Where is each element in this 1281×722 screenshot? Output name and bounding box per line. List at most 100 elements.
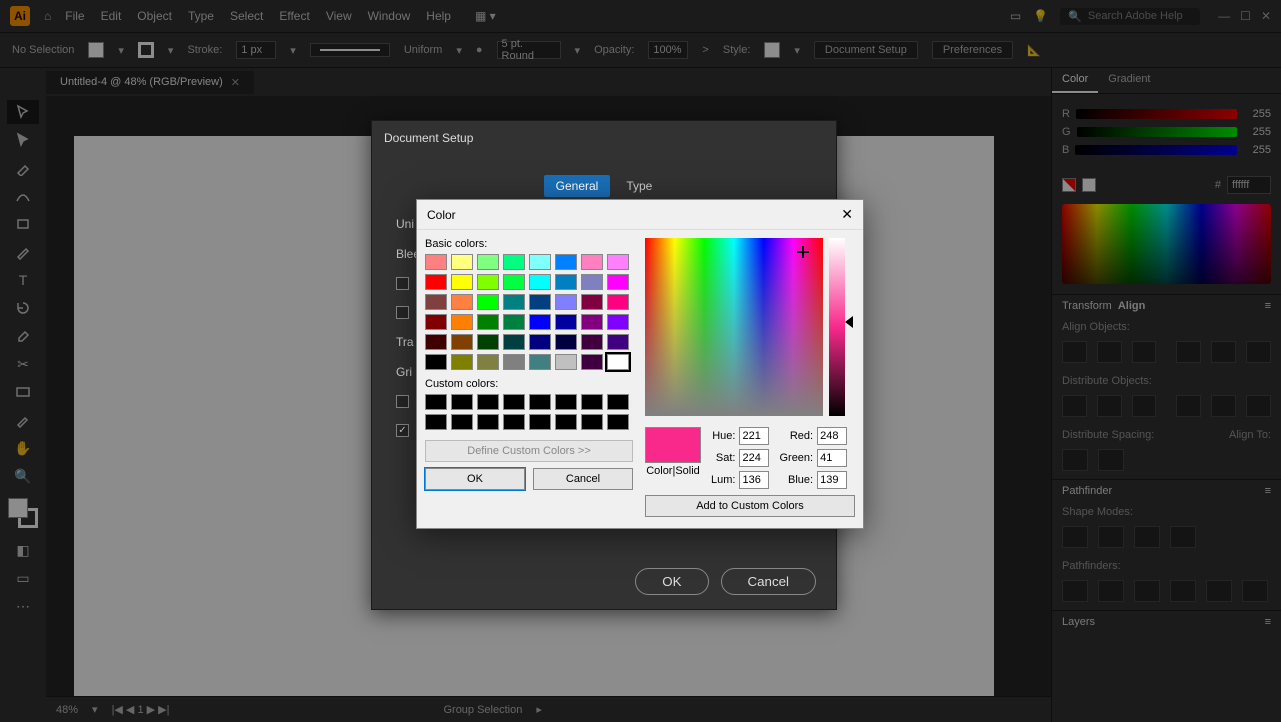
basic-color-swatch[interactable]: [477, 294, 499, 310]
basic-color-swatch[interactable]: [607, 314, 629, 330]
custom-color[interactable]: [425, 414, 447, 430]
luminosity-slider[interactable]: [829, 238, 845, 416]
custom-color[interactable]: [503, 414, 525, 430]
basic-color-swatch[interactable]: [581, 314, 603, 330]
basic-color-swatch[interactable]: [529, 274, 551, 290]
basic-color-swatch[interactable]: [503, 274, 525, 290]
basic-color-swatch[interactable]: [451, 294, 473, 310]
sat-label: Sat:: [716, 452, 736, 464]
custom-colors-grid: [425, 394, 633, 430]
custom-color[interactable]: [581, 394, 603, 410]
lum-input[interactable]: [739, 471, 769, 489]
blue-input[interactable]: [817, 471, 847, 489]
red-label: Red:: [790, 430, 813, 442]
custom-color[interactable]: [555, 414, 577, 430]
basic-color-swatch[interactable]: [477, 354, 499, 370]
luminosity-pointer[interactable]: [845, 316, 853, 328]
basic-color-swatch[interactable]: [425, 254, 447, 270]
basic-color-swatch[interactable]: [555, 294, 577, 310]
basic-color-swatch[interactable]: [451, 314, 473, 330]
basic-color-swatch[interactable]: [451, 354, 473, 370]
ds-tab-general[interactable]: General: [544, 175, 611, 197]
green-input[interactable]: [817, 449, 847, 467]
cp-title: Color: [427, 208, 456, 222]
lum-label: Lum:: [711, 474, 735, 486]
custom-color[interactable]: [555, 394, 577, 410]
basic-color-swatch[interactable]: [425, 314, 447, 330]
custom-color[interactable]: [451, 414, 473, 430]
basic-color-swatch[interactable]: [451, 274, 473, 290]
basic-color-swatch[interactable]: [425, 294, 447, 310]
basic-color-swatch[interactable]: [607, 354, 629, 370]
basic-color-swatch[interactable]: [477, 314, 499, 330]
basic-color-swatch[interactable]: [607, 254, 629, 270]
basic-color-swatch[interactable]: [529, 254, 551, 270]
basic-color-swatch[interactable]: [451, 334, 473, 350]
ds-title: Document Setup: [372, 121, 836, 155]
ds-check3[interactable]: [396, 395, 409, 408]
cp-cancel-button[interactable]: Cancel: [533, 468, 633, 490]
basic-color-swatch[interactable]: [425, 334, 447, 350]
red-input[interactable]: [817, 427, 847, 445]
basic-color-swatch[interactable]: [529, 334, 551, 350]
basic-color-swatch[interactable]: [555, 314, 577, 330]
sat-input[interactable]: [739, 449, 769, 467]
basic-color-swatch[interactable]: [581, 294, 603, 310]
add-to-custom-button[interactable]: Add to Custom Colors: [645, 495, 855, 517]
basic-colors-label: Basic colors:: [425, 238, 633, 250]
basic-color-swatch[interactable]: [581, 274, 603, 290]
basic-color-swatch[interactable]: [503, 254, 525, 270]
basic-color-swatch[interactable]: [425, 354, 447, 370]
basic-color-swatch[interactable]: [477, 254, 499, 270]
define-custom-colors-button: Define Custom Colors >>: [425, 440, 633, 462]
basic-color-swatch[interactable]: [451, 254, 473, 270]
hue-label: Hue:: [712, 430, 735, 442]
ds-check2[interactable]: [396, 306, 409, 319]
basic-color-swatch[interactable]: [503, 314, 525, 330]
basic-color-swatch[interactable]: [503, 354, 525, 370]
basic-color-swatch[interactable]: [529, 354, 551, 370]
color-gradient[interactable]: [645, 238, 823, 416]
green-label: Green:: [779, 452, 813, 464]
basic-color-swatch[interactable]: [581, 354, 603, 370]
custom-color[interactable]: [529, 394, 551, 410]
basic-color-swatch[interactable]: [607, 274, 629, 290]
ds-ok-button[interactable]: OK: [635, 568, 708, 595]
custom-color[interactable]: [503, 394, 525, 410]
custom-color[interactable]: [451, 394, 473, 410]
custom-color[interactable]: [581, 414, 603, 430]
basic-color-swatch[interactable]: [555, 274, 577, 290]
ds-cancel-button[interactable]: Cancel: [721, 568, 817, 595]
custom-colors-label: Custom colors:: [425, 378, 633, 390]
basic-color-swatch[interactable]: [607, 334, 629, 350]
hue-input[interactable]: [739, 427, 769, 445]
basic-color-swatch[interactable]: [581, 334, 603, 350]
basic-color-swatch[interactable]: [555, 334, 577, 350]
ds-check1[interactable]: [396, 277, 409, 290]
basic-colors-grid: [425, 254, 633, 370]
custom-color[interactable]: [607, 394, 629, 410]
cp-close-button[interactable]: ✕: [841, 206, 853, 223]
ds-check4[interactable]: ✓: [396, 424, 409, 437]
gradient-cursor[interactable]: [797, 246, 809, 258]
ds-tab-type[interactable]: Type: [614, 175, 664, 197]
basic-color-swatch[interactable]: [503, 294, 525, 310]
basic-color-swatch[interactable]: [529, 314, 551, 330]
color-preview: [645, 427, 701, 463]
basic-color-swatch[interactable]: [581, 254, 603, 270]
basic-color-swatch[interactable]: [555, 354, 577, 370]
custom-color[interactable]: [477, 394, 499, 410]
cp-ok-button[interactable]: OK: [425, 468, 525, 490]
color-dialog: Color ✕ Basic colors: Custom colors: Def…: [416, 199, 864, 529]
basic-color-swatch[interactable]: [503, 334, 525, 350]
basic-color-swatch[interactable]: [477, 334, 499, 350]
custom-color[interactable]: [477, 414, 499, 430]
basic-color-swatch[interactable]: [425, 274, 447, 290]
custom-color[interactable]: [425, 394, 447, 410]
basic-color-swatch[interactable]: [477, 274, 499, 290]
basic-color-swatch[interactable]: [529, 294, 551, 310]
custom-color[interactable]: [529, 414, 551, 430]
custom-color[interactable]: [607, 414, 629, 430]
basic-color-swatch[interactable]: [555, 254, 577, 270]
basic-color-swatch[interactable]: [607, 294, 629, 310]
